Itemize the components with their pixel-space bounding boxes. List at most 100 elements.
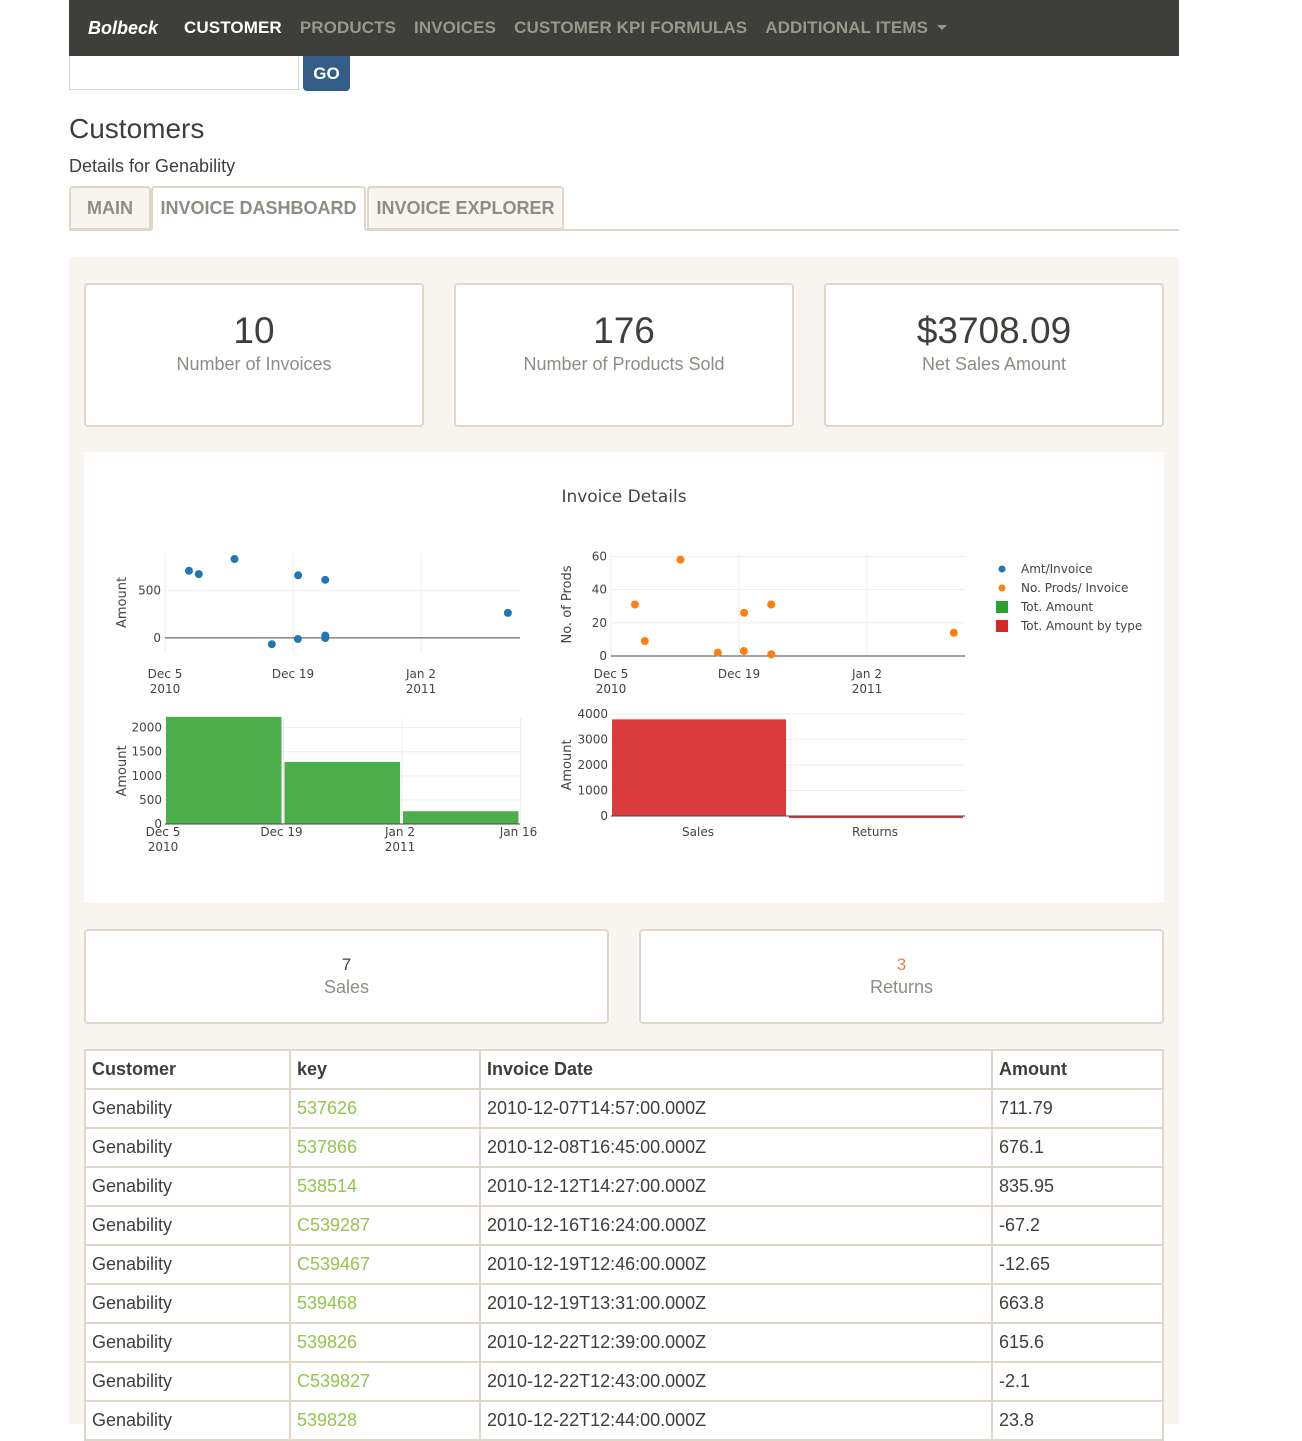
tab-main[interactable]: MAIN (69, 186, 151, 230)
caret-down-icon (937, 25, 948, 30)
cell-customer: Genability (84, 1400, 291, 1441)
y-tick-label: 1000 (577, 784, 608, 798)
x-tick-label: Jan 16 (499, 825, 538, 839)
tab-invoice-dashboard[interactable]: INVOICE DASHBOARD (151, 186, 366, 231)
x-tick-label: Jan 2 2011 (405, 667, 436, 696)
nav-item-invoices[interactable]: INVOICES (414, 18, 496, 38)
data-point (640, 637, 649, 646)
data-point (949, 628, 958, 637)
y-tick-label: 1000 (131, 769, 162, 783)
x-tick-label: Jan 2 2011 (851, 667, 882, 696)
data-point (767, 600, 776, 609)
y-axis-label: Amount (115, 745, 130, 796)
x-tick-label: Dec 19 (272, 667, 314, 681)
tab-invoice-explorer[interactable]: INVOICE EXPLORER (367, 186, 564, 230)
x-tick-label: Dec 19 (718, 667, 760, 681)
brand-logo[interactable]: Bolbeck (88, 18, 158, 39)
nav-item-customer[interactable]: CUSTOMER (184, 18, 282, 38)
column-header-customer[interactable]: Customer (84, 1049, 291, 1090)
nav-item-customer-kpi-formulas[interactable]: CUSTOMER KPI FORMULAS (514, 18, 747, 38)
bar (166, 716, 282, 824)
column-header-invoice-date[interactable]: Invoice Date (479, 1049, 993, 1090)
sales-count-label: Sales (323, 977, 370, 997)
data-point (294, 571, 303, 580)
y-tick-label: 20 (592, 616, 607, 630)
cell-invoice-key-link[interactable]: C539287 (289, 1205, 481, 1246)
cell-amount: 663.8 (991, 1283, 1164, 1324)
y-tick-label: 40 (592, 583, 607, 597)
cell-customer: Genability (84, 1205, 291, 1246)
data-point (321, 575, 330, 584)
y-tick-label: 500 (138, 584, 161, 598)
search-input[interactable] (69, 56, 299, 90)
cell-invoice-key-link[interactable]: 539828 (289, 1400, 481, 1441)
kpi-value: $3708.09 (916, 310, 1072, 351)
cell-invoice-date: 2010-12-22T12:43:00.000Z (479, 1361, 993, 1402)
y-tick-label: 3000 (577, 733, 608, 747)
table-row: Genability 539826 2010-12-22T12:39:00.000Z… (84, 1322, 1164, 1363)
legend-marker (998, 584, 1006, 592)
cell-invoice-date: 2010-12-07T14:57:00.000Z (479, 1088, 993, 1129)
bar (403, 811, 519, 824)
invoice-table: Customer key Invoice Date Amount Genabil… (84, 1049, 1164, 1441)
legend-marker (996, 601, 1008, 613)
y-axis-label: No. of Prods (560, 565, 575, 643)
table-row: Genability 537866 2010-12-08T16:45:00.000Z… (84, 1127, 1164, 1168)
x-tick-label: Sales (682, 825, 714, 839)
column-header-amount[interactable]: Amount (991, 1049, 1164, 1090)
data-point (293, 635, 302, 644)
y-tick-label: 4000 (577, 707, 608, 721)
cell-amount: -2.1 (991, 1361, 1164, 1402)
cell-invoice-key-link[interactable]: 537626 (289, 1088, 481, 1129)
legend-label: No. Prods/ Invoice (1021, 581, 1128, 595)
cell-customer: Genability (84, 1283, 291, 1324)
data-point (739, 647, 748, 656)
cell-invoice-key-link[interactable]: C539467 (289, 1244, 481, 1285)
cell-invoice-key-link[interactable]: 538514 (289, 1166, 481, 1207)
y-tick-label: 2000 (577, 758, 608, 772)
sales-count-value: 7 (341, 955, 352, 974)
cell-invoice-key-link[interactable]: C539827 (289, 1361, 481, 1402)
data-point (230, 555, 239, 564)
invoice-details-chart[interactable]: Invoice Details 0 500 Dec 5 2010 Dec 19 Jan 22… (84, 452, 1164, 903)
kpi-card-net-sales: $3708.09 Net Sales Amount (824, 283, 1164, 427)
cell-invoice-key-link[interactable]: 539826 (289, 1322, 481, 1363)
go-button[interactable]: GO (303, 56, 350, 91)
kpi-card-products-sold: 176 Number of Products Sold (454, 283, 794, 427)
nav-item-products[interactable]: PRODUCTS (300, 18, 396, 38)
table-row: Genability C539827 2010-12-22T12:43:00.000… (84, 1361, 1164, 1402)
cell-invoice-date: 2010-12-19T12:46:00.000Z (479, 1244, 993, 1285)
cell-invoice-date: 2010-12-12T14:27:00.000Z (479, 1166, 993, 1207)
data-point (503, 608, 512, 617)
data-point (194, 570, 203, 579)
cell-amount: 676.1 (991, 1127, 1164, 1168)
column-header-key[interactable]: key (289, 1049, 481, 1090)
cell-customer: Genability (84, 1361, 291, 1402)
bar (284, 761, 400, 824)
data-point (184, 566, 193, 575)
cell-invoice-date: 2010-12-19T13:31:00.000Z (479, 1283, 993, 1324)
kpi-label: Number of Products Sold (523, 354, 725, 374)
nav-item-additional-items-label: ADDITIONAL ITEMS (765, 18, 929, 37)
cell-amount: 835.95 (991, 1166, 1164, 1207)
kpi-label: Number of Invoices (176, 354, 332, 374)
returns-count-card: 3 Returns (639, 929, 1164, 1024)
cell-customer: Genability (84, 1088, 291, 1129)
legend-label: Amt/Invoice (1021, 562, 1093, 576)
y-axis-label: Amount (115, 577, 130, 628)
cell-customer: Genability (84, 1166, 291, 1207)
cell-amount: -67.2 (991, 1205, 1164, 1246)
x-tick-label: Jan 2 2011 (384, 825, 415, 854)
legend-marker (998, 565, 1006, 573)
page-title: Customers (69, 113, 205, 144)
cell-invoice-date: 2010-12-08T16:45:00.000Z (479, 1127, 993, 1168)
x-tick-label: Dec 5 2010 (146, 825, 181, 854)
bar (612, 719, 786, 816)
table-row: Genability C539467 2010-12-19T12:46:00.000… (84, 1244, 1164, 1285)
cell-invoice-key-link[interactable]: 539468 (289, 1283, 481, 1324)
data-point (676, 555, 685, 564)
table-row: Genability 537626 2010-12-07T14:57:00.000Z… (84, 1088, 1164, 1129)
cell-amount: -12.65 (991, 1244, 1164, 1285)
cell-invoice-key-link[interactable]: 537866 (289, 1127, 481, 1168)
nav-item-additional-items[interactable]: ADDITIONAL ITEMS (765, 18, 948, 38)
